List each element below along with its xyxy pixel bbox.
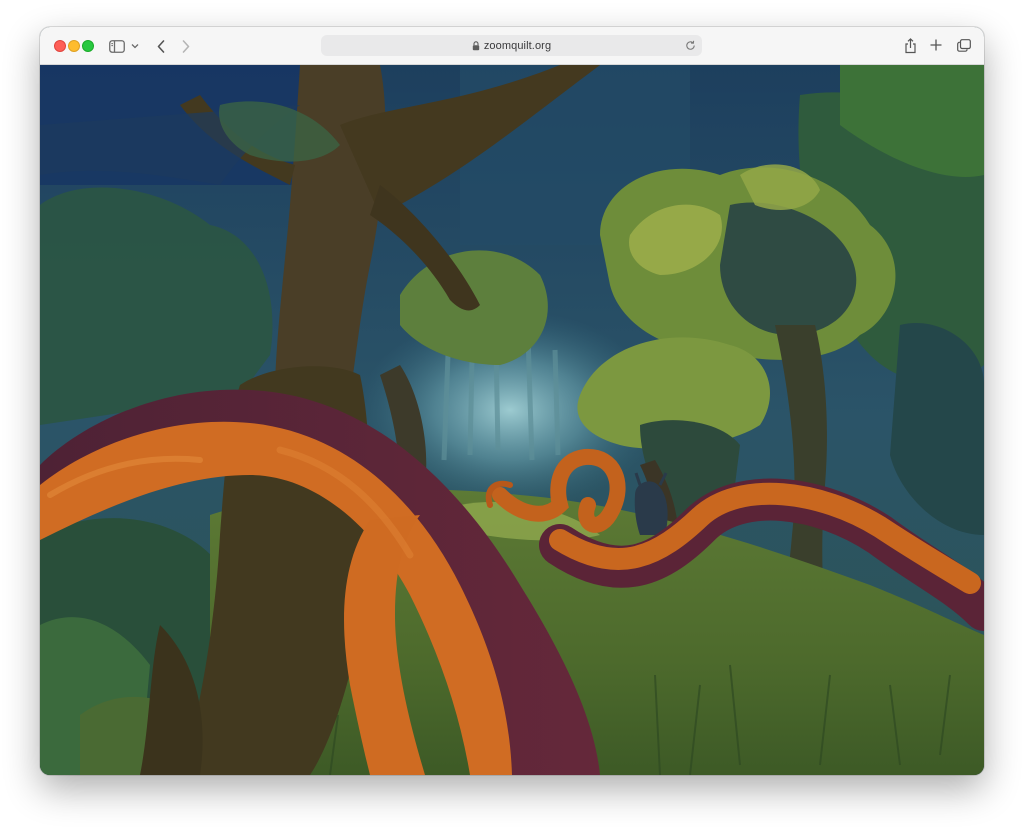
chevron-down-icon[interactable] [130,40,140,52]
close-window-button[interactable] [54,40,66,52]
plus-icon[interactable] [929,38,943,52]
chevron-right-icon[interactable] [179,37,193,55]
address-bar[interactable]: zoomquilt.org [321,35,702,56]
url-text: zoomquilt.org [483,39,552,52]
browser-window: zoomquilt.org [40,27,984,775]
tabs-icon[interactable] [956,38,971,52]
maximize-window-button[interactable] [82,40,94,52]
minimize-window-button[interactable] [68,40,80,52]
sidebar-icon[interactable] [108,38,126,54]
lock-icon [472,40,480,51]
zoomquilt-artwork[interactable] [40,65,984,775]
chevron-left-icon[interactable] [154,37,168,55]
share-icon[interactable] [902,36,918,55]
browser-toolbar: zoomquilt.org [40,27,984,65]
reload-icon[interactable] [684,39,696,52]
